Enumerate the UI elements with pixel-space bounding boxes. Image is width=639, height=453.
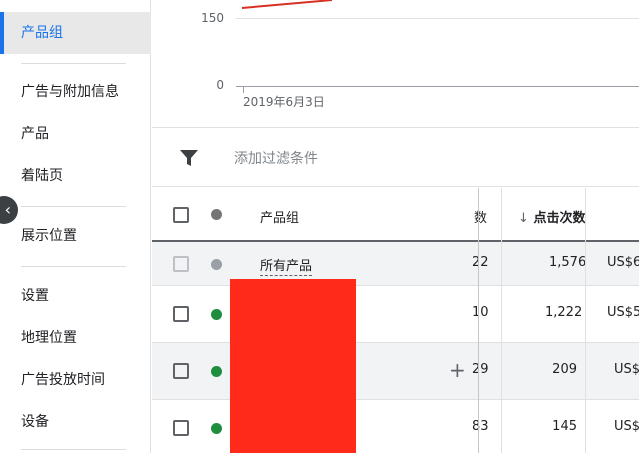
- arrow-down-icon: ↓: [518, 211, 529, 226]
- performance-chart: 150 0 2019年6月3日: [152, 0, 639, 128]
- sidebar-divider: [21, 449, 126, 450]
- sidebar-item-settings[interactable]: 设置: [0, 275, 151, 317]
- sidebar-item-ads-extensions[interactable]: 广告与附加信息: [0, 71, 151, 113]
- status-header-icon: [211, 209, 222, 220]
- partial-cell: 22: [472, 255, 489, 270]
- row-checkbox[interactable]: [173, 306, 189, 322]
- table-header: 产品组 数 ↓ 点击次数: [152, 188, 639, 242]
- status-dot-gray: [211, 259, 222, 270]
- sidebar-item-product-groups[interactable]: 产品组: [0, 12, 151, 54]
- partial-cell: 29: [472, 362, 489, 377]
- sidebar: 产品组 广告与附加信息 产品 着陆页 展示位置 设置 地理位置 广告投放时间 设…: [0, 0, 151, 453]
- column-divider: [501, 188, 502, 453]
- cost-cell: US$: [614, 419, 639, 434]
- column-header-clicks[interactable]: ↓ 点击次数: [518, 207, 585, 226]
- clicks-cell: 209: [552, 362, 577, 377]
- column-header-partial[interactable]: 数: [474, 207, 487, 226]
- status-dot-green: [211, 366, 222, 377]
- column-header-clicks-label: 点击次数: [533, 211, 586, 226]
- table-row[interactable]: + 29 209 US$8: [152, 343, 639, 400]
- cost-cell: US$64: [607, 255, 639, 270]
- column-divider: [585, 188, 586, 453]
- sidebar-divider: [21, 206, 126, 207]
- select-all-checkbox[interactable]: [173, 207, 189, 223]
- sidebar-item-ad-schedule[interactable]: 广告投放时间: [0, 359, 151, 401]
- cost-cell: US$5: [607, 305, 639, 320]
- table-row[interactable]: 所有产品 22 1,576 US$64: [152, 242, 639, 286]
- clicks-cell: 1,576: [549, 255, 587, 270]
- sidebar-item-locations[interactable]: 地理位置: [0, 317, 151, 359]
- partial-cell: 10: [472, 305, 489, 320]
- chart-line: [241, 0, 333, 9]
- partial-cell: 83: [472, 419, 489, 434]
- sidebar-divider: [21, 266, 126, 267]
- sidebar-item-landing-pages[interactable]: 着陆页: [0, 155, 151, 197]
- filter-bar[interactable]: 添加过滤条件: [152, 129, 639, 187]
- row-checkbox[interactable]: [173, 256, 189, 272]
- filter-icon[interactable]: [180, 150, 198, 166]
- sidebar-divider: [21, 63, 126, 64]
- page: 产品组 广告与附加信息 产品 着陆页 展示位置 设置 地理位置 广告投放时间 设…: [0, 0, 639, 453]
- table-row[interactable]: 10 1,222 US$5: [152, 286, 639, 343]
- column-header-product-group[interactable]: 产品组: [260, 207, 299, 226]
- clicks-cell: 145: [552, 419, 577, 434]
- row-checkbox[interactable]: [173, 420, 189, 436]
- clicks-cell: 1,222: [545, 305, 583, 320]
- status-dot-green: [211, 309, 222, 320]
- expand-plus-icon[interactable]: +: [449, 358, 466, 382]
- product-group-table: 产品组 数 ↓ 点击次数 所有产品 22 1,576 US$64 10 1,22…: [152, 188, 639, 453]
- status-dot-green: [211, 423, 222, 434]
- sidebar-item-placements[interactable]: 展示位置: [0, 215, 151, 257]
- table-row[interactable]: 83 145 US$: [152, 400, 639, 453]
- sidebar-item-products[interactable]: 产品: [0, 113, 151, 155]
- column-divider: [478, 188, 479, 453]
- redaction-box: [230, 279, 356, 453]
- sidebar-item-devices[interactable]: 设备: [0, 401, 151, 443]
- add-filter-input[interactable]: 添加过滤条件: [234, 148, 318, 168]
- row-checkbox[interactable]: [173, 363, 189, 379]
- cost-cell: US$8: [614, 362, 639, 377]
- product-group-name[interactable]: 所有产品: [260, 255, 313, 276]
